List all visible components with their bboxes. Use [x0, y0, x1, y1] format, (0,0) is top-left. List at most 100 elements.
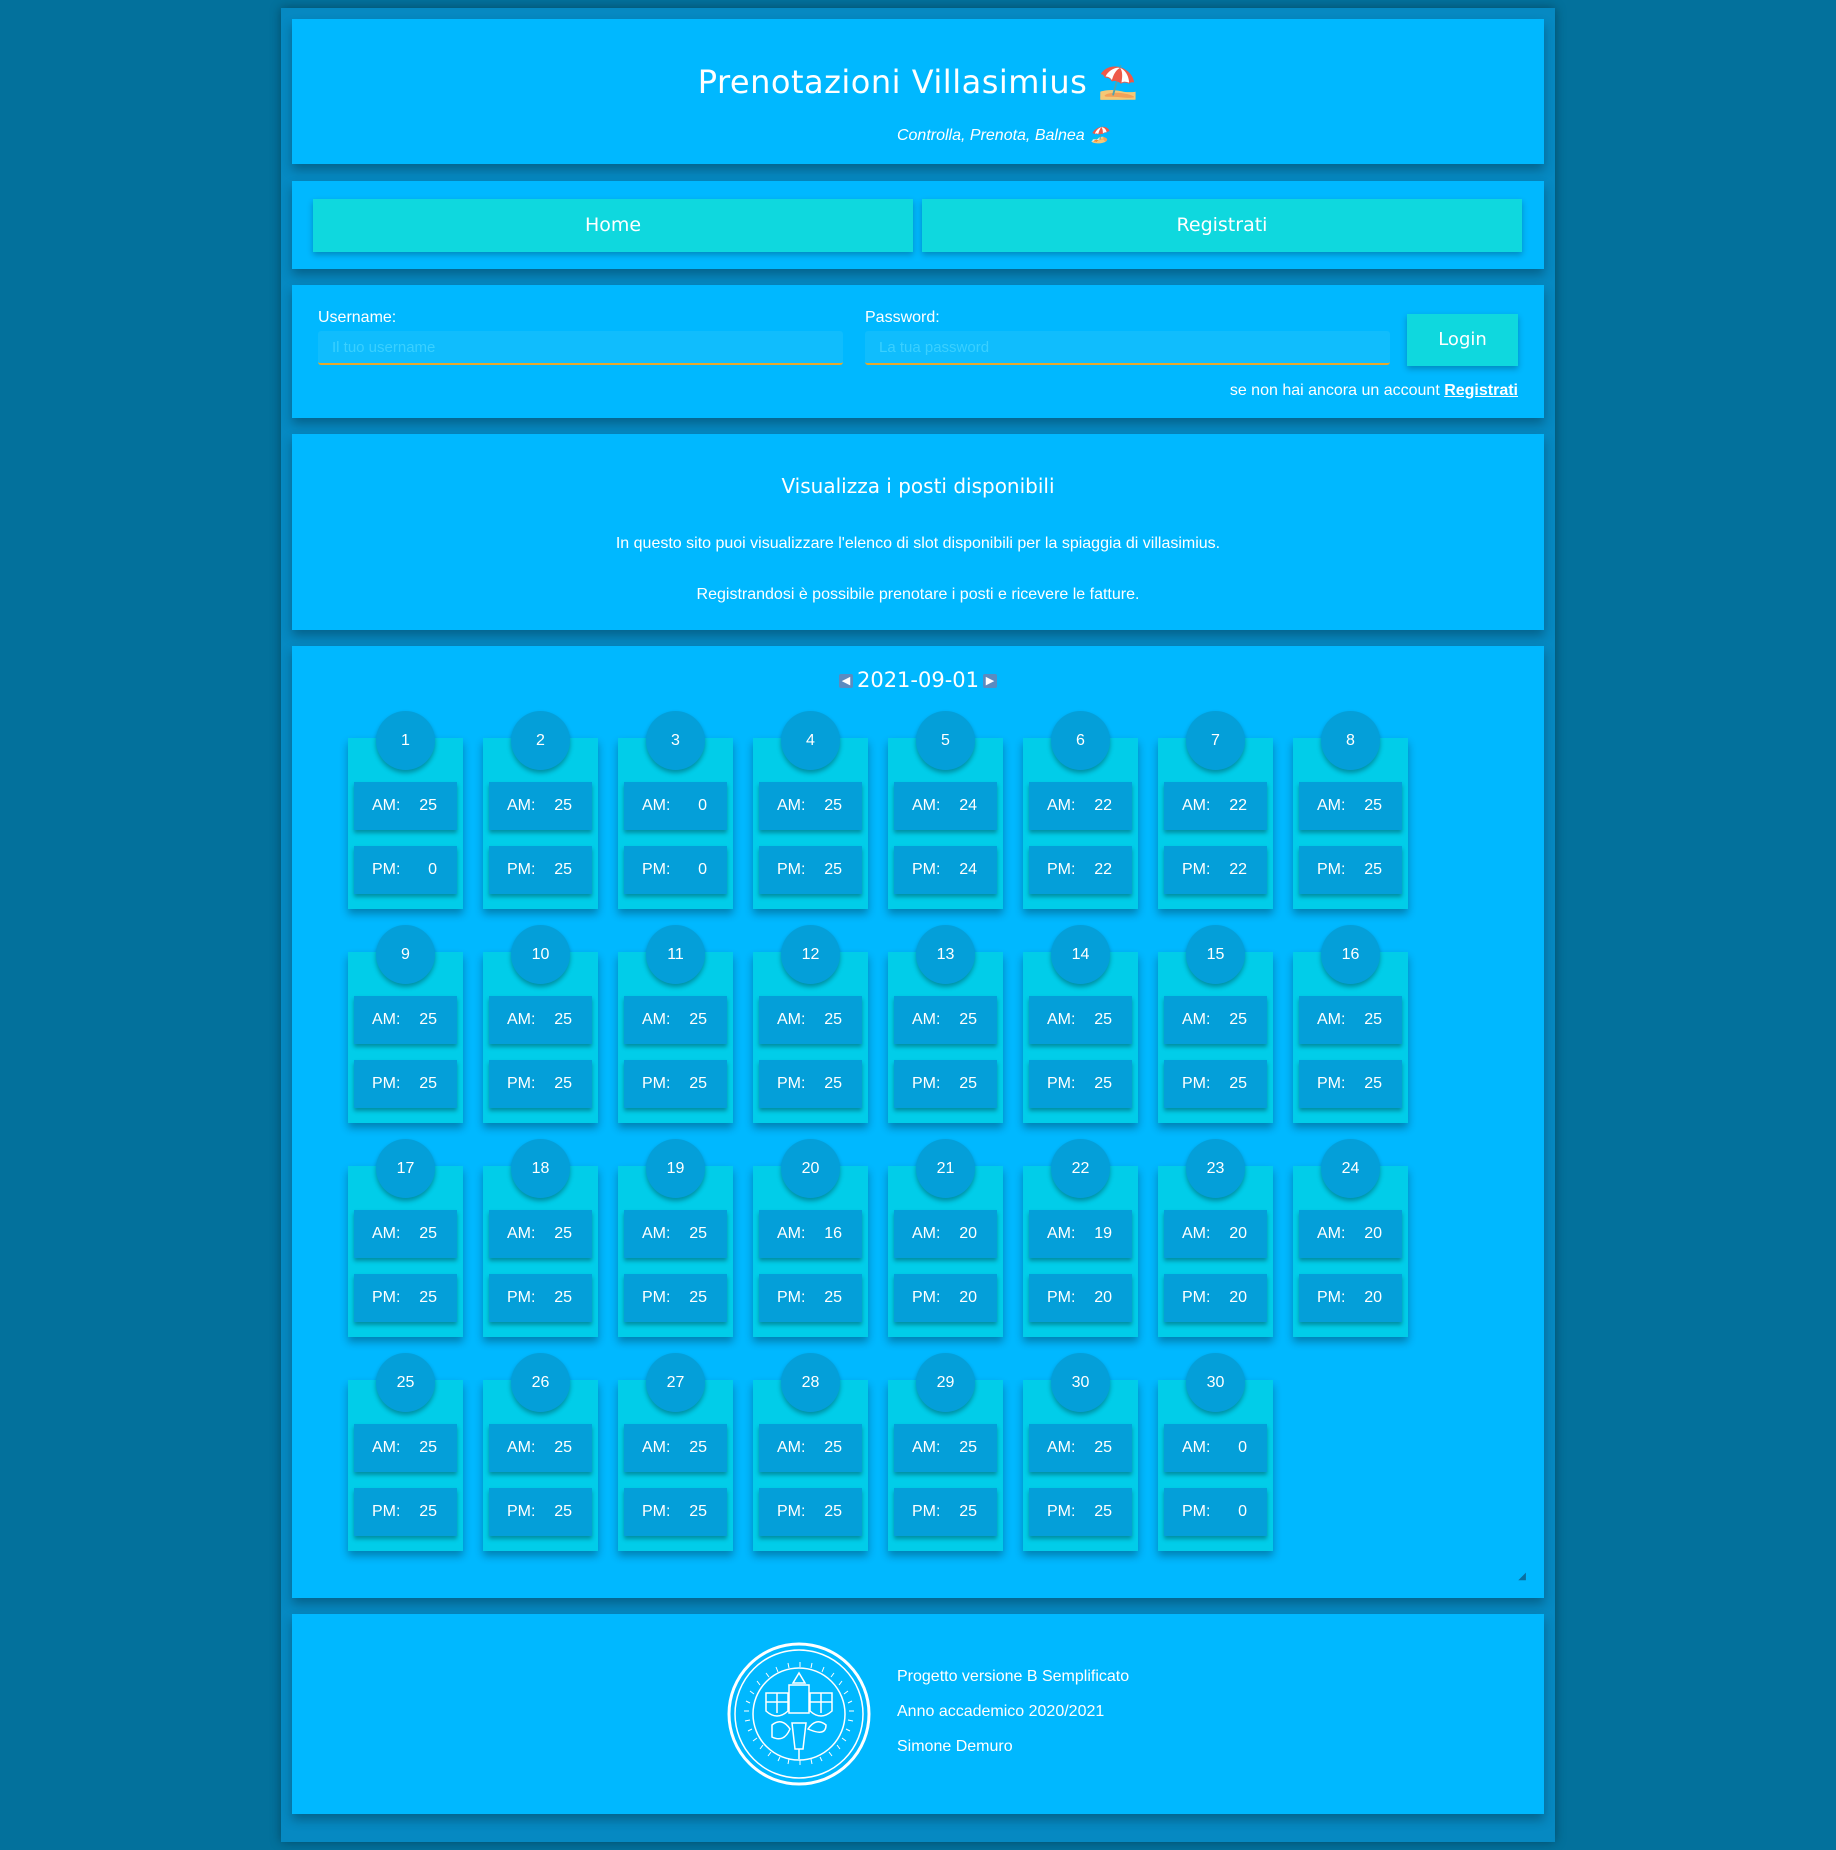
- am-slot[interactable]: AM: 25: [354, 782, 457, 830]
- am-slot[interactable]: AM: 25: [894, 996, 997, 1044]
- am-slot[interactable]: AM: 25: [624, 996, 727, 1044]
- am-slot[interactable]: AM: 25: [1029, 1424, 1132, 1472]
- am-slot[interactable]: AM: 24: [894, 782, 997, 830]
- pm-slot[interactable]: PM: 0: [354, 846, 457, 894]
- day-card[interactable]: AM: 20 PM: 20 21: [888, 1139, 1003, 1337]
- pm-slot[interactable]: PM: 25: [759, 1060, 862, 1108]
- am-slot[interactable]: AM: 25: [489, 782, 592, 830]
- am-slot[interactable]: AM: 25: [354, 1210, 457, 1258]
- am-slot[interactable]: AM: 16: [759, 1210, 862, 1258]
- pm-slot[interactable]: PM: 20: [1164, 1274, 1267, 1322]
- day-card[interactable]: AM: 25 PM: 25 14: [1023, 925, 1138, 1123]
- pm-slot[interactable]: PM: 25: [894, 1060, 997, 1108]
- pm-slot[interactable]: PM: 20: [1299, 1274, 1402, 1322]
- day-card[interactable]: AM: 25 PM: 25 26: [483, 1353, 598, 1551]
- pm-slot[interactable]: PM: 25: [354, 1274, 457, 1322]
- am-slot[interactable]: AM: 25: [1164, 996, 1267, 1044]
- pm-slot[interactable]: PM: 25: [894, 1488, 997, 1536]
- day-card[interactable]: AM: 24 PM: 24 5: [888, 711, 1003, 909]
- day-card[interactable]: AM: 25 PM: 25 11: [618, 925, 733, 1123]
- pm-slot[interactable]: PM: 25: [1299, 846, 1402, 894]
- day-card[interactable]: AM: 22 PM: 22 6: [1023, 711, 1138, 909]
- username-input[interactable]: [318, 331, 843, 365]
- pm-slot[interactable]: PM: 25: [1164, 1060, 1267, 1108]
- am-slot[interactable]: AM: 25: [489, 1210, 592, 1258]
- day-card[interactable]: AM: 22 PM: 22 7: [1158, 711, 1273, 909]
- am-slot[interactable]: AM: 25: [624, 1210, 727, 1258]
- day-card[interactable]: AM: 25 PM: 25 19: [618, 1139, 733, 1337]
- day-card[interactable]: AM: 25 PM: 25 9: [348, 925, 463, 1123]
- day-card[interactable]: AM: 25 PM: 25 15: [1158, 925, 1273, 1123]
- am-slot[interactable]: AM: 25: [354, 1424, 457, 1472]
- pm-slot[interactable]: PM: 25: [354, 1488, 457, 1536]
- am-slot[interactable]: AM: 25: [894, 1424, 997, 1472]
- nav-register-button[interactable]: Registrati: [922, 199, 1522, 252]
- pm-slot[interactable]: PM: 25: [759, 1274, 862, 1322]
- am-slot[interactable]: AM: 19: [1029, 1210, 1132, 1258]
- day-card[interactable]: AM: 25 PM: 25 27: [618, 1353, 733, 1551]
- day-card[interactable]: AM: 19 PM: 20 22: [1023, 1139, 1138, 1337]
- pm-slot[interactable]: PM: 22: [1164, 846, 1267, 894]
- pm-slot[interactable]: PM: 25: [759, 846, 862, 894]
- pm-slot[interactable]: PM: 22: [1029, 846, 1132, 894]
- day-card[interactable]: AM: 25 PM: 25 2: [483, 711, 598, 909]
- am-slot[interactable]: AM: 20: [1299, 1210, 1402, 1258]
- nav-home-button[interactable]: Home: [313, 199, 913, 252]
- day-card[interactable]: AM: 25 PM: 25 16: [1293, 925, 1408, 1123]
- day-card[interactable]: AM: 25 PM: 25 13: [888, 925, 1003, 1123]
- day-card[interactable]: AM: 25 PM: 25 25: [348, 1353, 463, 1551]
- am-slot[interactable]: AM: 25: [1299, 782, 1402, 830]
- day-card[interactable]: AM: 16 PM: 25 20: [753, 1139, 868, 1337]
- am-slot[interactable]: AM: 22: [1164, 782, 1267, 830]
- pm-slot[interactable]: PM: 25: [1299, 1060, 1402, 1108]
- am-slot[interactable]: AM: 25: [1299, 996, 1402, 1044]
- day-card[interactable]: AM: 25 PM: 25 12: [753, 925, 868, 1123]
- pm-slot[interactable]: PM: 25: [624, 1274, 727, 1322]
- am-slot[interactable]: AM: 25: [759, 996, 862, 1044]
- am-slot[interactable]: AM: 22: [1029, 782, 1132, 830]
- day-card[interactable]: AM: 0 PM: 0 3: [618, 711, 733, 909]
- pm-slot[interactable]: PM: 25: [1029, 1060, 1132, 1108]
- day-card[interactable]: AM: 25 PM: 25 8: [1293, 711, 1408, 909]
- am-slot[interactable]: AM: 0: [624, 782, 727, 830]
- pm-slot[interactable]: PM: 25: [759, 1488, 862, 1536]
- am-slot[interactable]: AM: 25: [759, 782, 862, 830]
- day-card[interactable]: AM: 25 PM: 25 17: [348, 1139, 463, 1337]
- signup-link[interactable]: Registrati: [1444, 382, 1518, 399]
- day-card[interactable]: AM: 25 PM: 25 29: [888, 1353, 1003, 1551]
- pm-slot[interactable]: PM: 25: [624, 1488, 727, 1536]
- login-button[interactable]: Login: [1407, 314, 1518, 366]
- pm-slot[interactable]: PM: 0: [624, 846, 727, 894]
- pm-slot[interactable]: PM: 25: [489, 1488, 592, 1536]
- day-card[interactable]: AM: 25 PM: 25 10: [483, 925, 598, 1123]
- pm-slot[interactable]: PM: 25: [489, 1274, 592, 1322]
- day-card[interactable]: AM: 25 PM: 25 4: [753, 711, 868, 909]
- am-slot[interactable]: AM: 25: [489, 1424, 592, 1472]
- am-slot[interactable]: AM: 20: [894, 1210, 997, 1258]
- resize-handle-icon[interactable]: ◢: [1518, 1571, 1526, 1582]
- am-slot[interactable]: AM: 20: [1164, 1210, 1267, 1258]
- pm-slot[interactable]: PM: 20: [1029, 1274, 1132, 1322]
- am-slot[interactable]: AM: 25: [1029, 996, 1132, 1044]
- pm-slot[interactable]: PM: 25: [624, 1060, 727, 1108]
- day-card[interactable]: AM: 20 PM: 20 24: [1293, 1139, 1408, 1337]
- pm-slot[interactable]: PM: 25: [489, 1060, 592, 1108]
- day-card[interactable]: AM: 25 PM: 25 28: [753, 1353, 868, 1551]
- day-card[interactable]: AM: 20 PM: 20 23: [1158, 1139, 1273, 1337]
- day-card[interactable]: AM: 25 PM: 0 1: [348, 711, 463, 909]
- day-card[interactable]: AM: 25 PM: 25 18: [483, 1139, 598, 1337]
- am-slot[interactable]: AM: 25: [624, 1424, 727, 1472]
- pm-slot[interactable]: PM: 25: [354, 1060, 457, 1108]
- pm-slot[interactable]: PM: 25: [489, 846, 592, 894]
- am-slot[interactable]: AM: 25: [489, 996, 592, 1044]
- password-input[interactable]: [865, 331, 1390, 365]
- pm-slot[interactable]: PM: 25: [1029, 1488, 1132, 1536]
- day-card[interactable]: AM: 25 PM: 25 30: [1023, 1353, 1138, 1551]
- day-card[interactable]: AM: 0 PM: 0 30: [1158, 1353, 1273, 1551]
- am-slot[interactable]: AM: 0: [1164, 1424, 1267, 1472]
- pm-slot[interactable]: PM: 20: [894, 1274, 997, 1322]
- pm-slot[interactable]: PM: 0: [1164, 1488, 1267, 1536]
- am-slot[interactable]: AM: 25: [354, 996, 457, 1044]
- pm-slot[interactable]: PM: 24: [894, 846, 997, 894]
- am-slot[interactable]: AM: 25: [759, 1424, 862, 1472]
